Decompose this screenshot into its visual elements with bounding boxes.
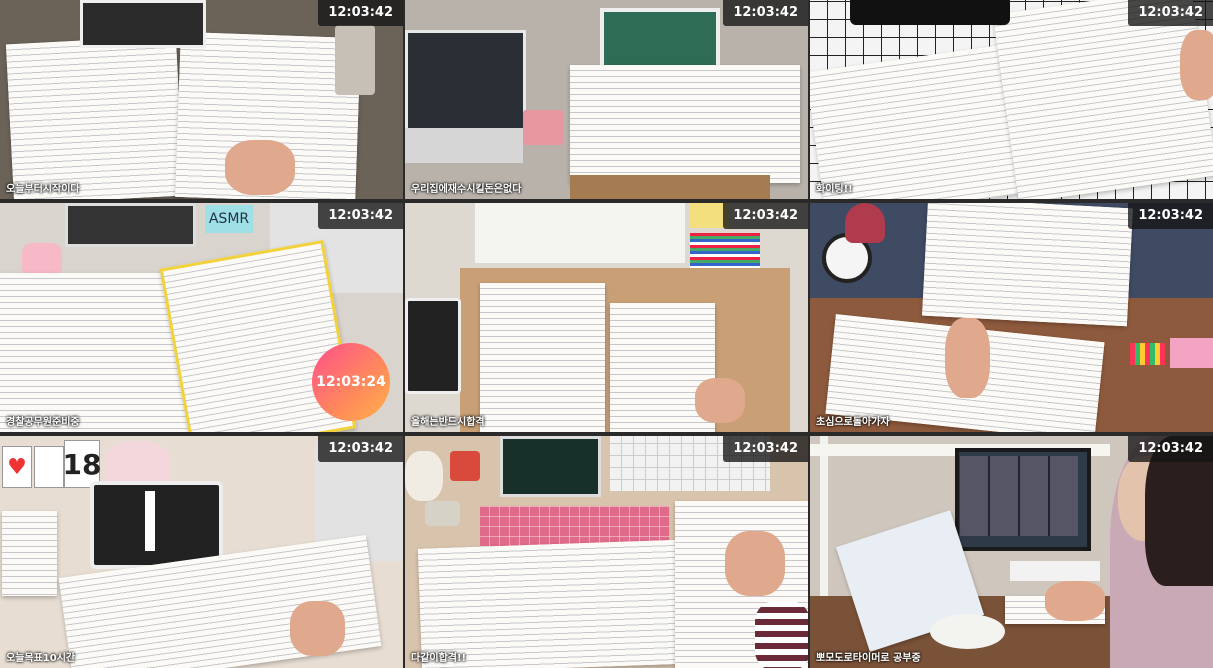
hand <box>945 318 990 398</box>
flowers <box>845 203 885 243</box>
tablet <box>65 203 196 247</box>
laptop-keyboard <box>405 128 523 163</box>
open-book <box>5 35 185 199</box>
zoom-gallery <box>960 456 1078 536</box>
book-on-stand <box>922 203 1133 327</box>
timer-badge: 12:03:42 <box>318 436 403 462</box>
tablet <box>80 0 206 48</box>
stream-title: 다같이합격!! <box>411 653 467 664</box>
stream-title: 경찰공무원준비중 <box>6 417 80 428</box>
kitchen-scale <box>425 501 460 526</box>
timer-badge: 12:03:42 <box>1128 0 1213 26</box>
sticky-tabs <box>1130 343 1165 365</box>
hand <box>290 601 345 656</box>
stream-title: 초심으로돌아가자 <box>816 417 890 428</box>
hand <box>1045 581 1105 621</box>
hand <box>1180 30 1213 100</box>
stream-tile-2[interactable]: 12:03:42 우리집에재수시킬돈은없다 <box>405 0 808 199</box>
timer-badge: 12:03:42 <box>1128 436 1213 462</box>
timer-badge: 12:03:42 <box>1128 203 1213 229</box>
notes-board <box>475 203 685 263</box>
asmr-sticker: ASMR <box>205 205 253 233</box>
timer-badge: 12:03:42 <box>723 436 808 462</box>
stream-title: 오늘목표10시간 <box>6 653 76 664</box>
calendar-book <box>2 511 57 596</box>
hand <box>695 378 745 423</box>
markers <box>690 233 760 268</box>
stream-title: 우리집에재수시킬돈은없다 <box>411 184 522 195</box>
clipboard <box>480 283 605 432</box>
keyboard <box>1010 561 1100 581</box>
stream-title: 뽀모도로타이머로 공부중 <box>816 653 921 664</box>
stream-tile-4[interactable]: ASMR 12:03:24 12:03:42 경찰공무원준비중 <box>0 203 403 432</box>
cutting-mat <box>480 506 670 546</box>
tablet-chalkboard <box>500 436 601 497</box>
phone-stand <box>523 110 563 145</box>
striped-sleeve <box>755 601 808 668</box>
monitor-edge <box>850 0 1010 25</box>
timer-badge: 12:03:42 <box>723 0 808 26</box>
tablet <box>90 481 223 569</box>
cat-figure <box>405 451 443 501</box>
stream-title: 오늘부터시작이다 <box>6 184 80 195</box>
stream-tile-9[interactable]: 12:03:42 뽀모도로타이머로 공부중 <box>810 436 1213 668</box>
open-book <box>570 65 800 183</box>
laptop-screen <box>405 30 526 131</box>
stream-tile-6[interactable]: 12:03:42 초심으로돌아가자 <box>810 203 1213 432</box>
stream-tile-1[interactable]: 12:03:42 오늘부터시작이다 <box>0 0 403 199</box>
timer-badge: 12:03:42 <box>723 203 808 229</box>
heart-icon: ♥ <box>2 446 32 488</box>
timer-badge: 12:03:42 <box>318 203 403 229</box>
study-stream-grid: 12:03:42 오늘부터시작이다 12:03:42 우리집에재수시킬돈은없다 … <box>0 0 1213 668</box>
stream-tile-7[interactable]: ♥ 18 12:03:42 오늘목표10시간 <box>0 436 403 668</box>
hand <box>225 140 295 195</box>
hand <box>725 531 785 596</box>
stream-tile-8[interactable]: 12:03:42 다같이합격!! <box>405 436 808 668</box>
timer-sticker: 12:03:24 <box>312 343 390 421</box>
stream-title: 화이팅!! <box>816 184 853 195</box>
timer-badge: 12:03:42 <box>318 0 403 26</box>
stream-tile-5[interactable]: 12:03:42 올해는반드시합격 <box>405 203 808 432</box>
snack-bowl <box>930 614 1005 649</box>
phone <box>405 298 461 394</box>
stream-tile-3[interactable]: 12:03:42 화이팅!! <box>810 0 1213 199</box>
stream-title: 올해는반드시합격 <box>411 417 485 428</box>
pen-holder <box>335 25 375 95</box>
